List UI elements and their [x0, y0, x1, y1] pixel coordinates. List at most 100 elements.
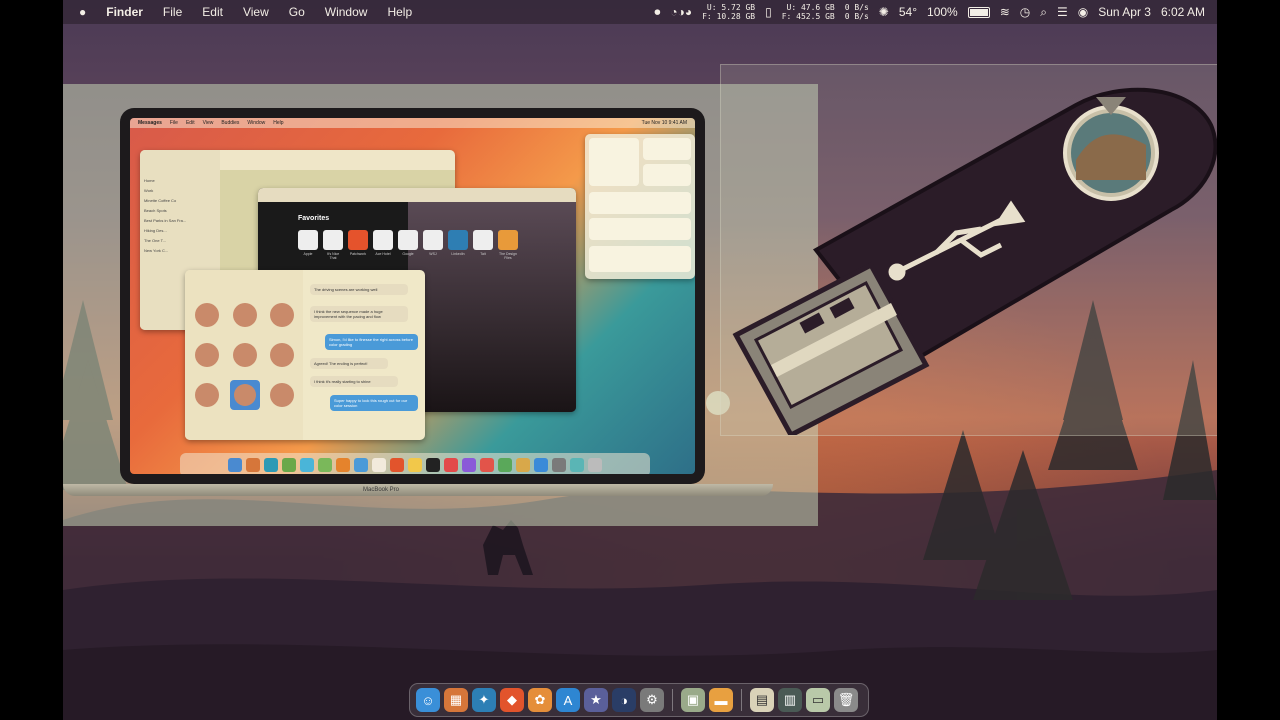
- sidebar-item: New York C...: [144, 248, 169, 253]
- laptop-menu-window: Window: [247, 120, 266, 126]
- laptop-dock-icon: [282, 458, 296, 472]
- usb-drive-illustration: [732, 87, 1217, 439]
- disk2-free-label: F:: [781, 12, 792, 21]
- menu-window[interactable]: Window: [315, 5, 378, 19]
- folder-icon[interactable]: ▬: [709, 688, 733, 712]
- safari-icon[interactable]: ✦: [472, 688, 496, 712]
- date[interactable]: Sun Apr 3: [1098, 5, 1151, 19]
- status-area: ⏺ ◔◑◕ U: 5.72 GB F: 10.28 GB ▯ U: 47.6 G…: [654, 0, 1205, 24]
- battery-icon[interactable]: [967, 6, 990, 18]
- preview-icon[interactable]: ▣: [681, 688, 705, 712]
- favorite-acehotel-icon: [373, 230, 393, 250]
- disk1-free: 10.28 GB: [716, 12, 756, 21]
- message-bubble: The driving scenes are working well: [310, 284, 408, 295]
- document-icon[interactable]: ▤: [750, 688, 774, 712]
- favorite-label: Patchwork: [349, 252, 367, 256]
- laptop-menu-time: Tue Nov 10 9:41 AM: [641, 120, 687, 126]
- cpu-gauge-icon[interactable]: ◔◑◕: [670, 5, 692, 19]
- laptop-dock-icon: [552, 458, 566, 472]
- network-stats[interactable]: 0 B/s 0 B/s: [845, 3, 869, 21]
- brave-icon[interactable]: ◆: [500, 688, 524, 712]
- launchpad-icon[interactable]: ▦: [444, 688, 468, 712]
- favorites-grid: [298, 230, 518, 250]
- trash-icon[interactable]: 🗑: [834, 688, 858, 712]
- favorite-label: Ace Hotel: [375, 252, 391, 256]
- battery-percent[interactable]: 100%: [927, 5, 958, 19]
- app-store-icon[interactable]: A: [556, 688, 580, 712]
- laptop-dock-icon: [318, 458, 332, 472]
- sidebar-item: The One T...: [144, 238, 166, 243]
- laptop-dock-icon: [264, 458, 278, 472]
- favorites-title: Favorites: [298, 215, 330, 222]
- disk-stats-1[interactable]: U: 5.72 GB F: 10.28 GB: [702, 3, 755, 21]
- system-preferences-icon[interactable]: ⚙: [640, 688, 664, 712]
- cc-now-playing: [589, 246, 691, 272]
- menu-view[interactable]: View: [233, 5, 279, 19]
- laptop-dock: [180, 453, 650, 474]
- disk-stats-2[interactable]: U: 47.6 GB F: 452.5 GB: [782, 3, 835, 21]
- laptop-screen: Messages File Edit View Buddies Window H…: [130, 118, 695, 474]
- messages-sidebar: [185, 270, 303, 440]
- laptop-dock-icon: [570, 458, 584, 472]
- sidebar-item: Hiking Des...: [144, 228, 167, 233]
- laptop-dock-icon: [498, 458, 512, 472]
- favorite-wsj-icon: [423, 230, 443, 250]
- app-menu-finder[interactable]: Finder: [96, 5, 153, 19]
- favorite-itsnicethat-icon: [323, 230, 343, 250]
- laptop-dock-icon: [534, 458, 548, 472]
- message-bubble: Super happy to lock this rough cut for o…: [330, 395, 418, 411]
- message-bubble: Simon, I'd like to finesse the right acr…: [325, 334, 418, 350]
- laptop-menu-edit: Edit: [185, 120, 195, 126]
- sidebar-item: Minette Coffee Co: [144, 198, 177, 203]
- image-file-icon[interactable]: ▭: [806, 688, 830, 712]
- laptop-brand-label: MacBook Pro: [363, 487, 400, 493]
- menu-file[interactable]: File: [153, 5, 192, 19]
- menu-go[interactable]: Go: [279, 5, 315, 19]
- laptop-dock-icon: [588, 458, 602, 472]
- laptop-dock-icon: [462, 458, 476, 472]
- menu-edit[interactable]: Edit: [192, 5, 233, 19]
- photos-icon[interactable]: ✿: [528, 688, 552, 712]
- control-center-icon[interactable]: ☰: [1057, 5, 1068, 19]
- usb-drive-image: [720, 64, 1217, 439]
- message-bubble: I think it's really starting to shine: [310, 376, 398, 387]
- record-icon[interactable]: ⏺: [654, 5, 660, 20]
- dock: ☺ ▦ ✦ ◆ ✿ A ★ ◑ ⚙ ▣ ▬ ▤ ▥ ▭ 🗑: [409, 683, 869, 717]
- davinci-resolve-icon[interactable]: ◑: [612, 688, 636, 712]
- laptop-dock-icon: [354, 458, 368, 472]
- sidebar-item: Home: [144, 178, 155, 183]
- contacts-grid: [195, 303, 294, 410]
- favorite-label: WSJ: [429, 252, 437, 256]
- temperature[interactable]: 54°: [899, 5, 917, 19]
- laptop-image: Messages File Edit View Buddies Window H…: [63, 84, 818, 526]
- clock-icon[interactable]: ◷: [1020, 5, 1030, 19]
- laptop-menu-messages: Messages: [138, 120, 162, 126]
- weather-icon[interactable]: ✺: [879, 5, 889, 19]
- favorites-labels: Apple It's Nice That Patchwork Ace Hotel…: [298, 252, 518, 260]
- menu-help[interactable]: Help: [377, 5, 422, 19]
- laptop-menu-buddies: Buddies: [221, 120, 240, 126]
- favorite-patchwork-icon: [348, 230, 368, 250]
- favorite-google-icon: [398, 230, 418, 250]
- finder-icon[interactable]: ☺: [416, 688, 440, 712]
- laptop-dock-icon: [228, 458, 242, 472]
- siri-icon[interactable]: ◉: [1078, 5, 1088, 19]
- reeder-icon[interactable]: ★: [584, 688, 608, 712]
- favorite-tait-icon: [473, 230, 493, 250]
- search-icon[interactable]: ⌕: [1040, 5, 1047, 20]
- screenshot-icon[interactable]: ▥: [778, 688, 802, 712]
- message-bubble: Agreed! The ending is perfect!: [310, 358, 388, 369]
- laptop-dock-icon: [444, 458, 458, 472]
- control-center-panel: [585, 134, 695, 279]
- apple-icon[interactable]: ●: [63, 5, 96, 19]
- cc-dnd-tile: [643, 138, 691, 160]
- safari-toolbar: [258, 188, 576, 202]
- laptop-menu-view: View: [202, 120, 214, 126]
- laptop-dock-icon: [408, 458, 422, 472]
- time[interactable]: 6:02 AM: [1161, 5, 1205, 19]
- menu-bar: ● Finder File Edit View Go Window Help ⏺…: [63, 0, 1217, 24]
- drive-icon[interactable]: ▯: [765, 5, 772, 19]
- disk1-used: 5.72 GB: [721, 3, 756, 12]
- dock-separator: [741, 689, 742, 711]
- wifi-icon[interactable]: ≋: [1000, 5, 1010, 19]
